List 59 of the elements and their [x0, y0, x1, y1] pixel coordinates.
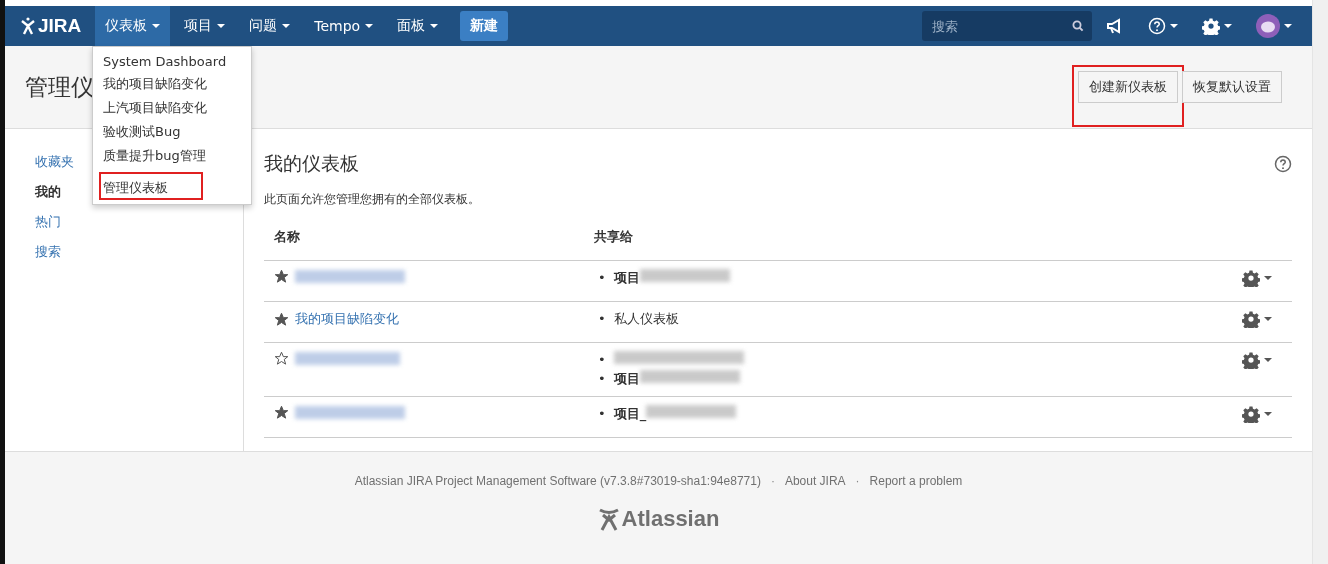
bullet-text: • — [598, 270, 606, 285]
footer-link[interactable]: About JIRA — [784, 474, 846, 488]
bullet-text: • — [598, 371, 606, 386]
dashboard-link[interactable]: 我的项目缺陷变化 — [295, 310, 399, 328]
column-header: 共享给 — [594, 228, 634, 246]
bullet-text: • — [598, 311, 606, 326]
filled-star-icon[interactable] — [274, 269, 289, 284]
header-button[interactable]: 创建新仪表板 — [1078, 71, 1178, 103]
version-text: Atlassian JIRA Project Management Software (v7.3.8#73019-sha1:94e8771) — [354, 474, 761, 488]
logo-text: JIRA — [38, 15, 82, 37]
menu-item[interactable]: 我的项目缺陷变化 — [93, 72, 251, 96]
share-text: 私人仪表板 — [613, 311, 679, 326]
share-text: 项目 — [613, 371, 640, 386]
gear-icon — [1242, 269, 1260, 287]
header-button[interactable]: 恢复默认设置 — [1182, 71, 1282, 103]
settings-icon — [1202, 17, 1220, 35]
menu-item[interactable]: 上汽项目缺陷变化 — [93, 96, 251, 120]
menu-item[interactable]: 管理仪表板 — [99, 172, 203, 200]
create-button[interactable]: 新建 — [460, 11, 509, 41]
section-title: 我的仪表板 — [264, 151, 359, 176]
scrollbar[interactable] — [1312, 0, 1328, 564]
sidebar-item[interactable]: 搜索 — [35, 243, 61, 261]
search-box[interactable]: 搜索 — [922, 11, 1092, 41]
menu-item[interactable]: 质量提升bug管理 — [93, 144, 251, 168]
share-text: 项目_ — [613, 406, 647, 421]
search-field[interactable]: 搜索 — [930, 17, 1072, 35]
search-icon — [1072, 20, 1084, 32]
filled-star-icon[interactable] — [274, 311, 289, 327]
logo-icon — [597, 507, 620, 531]
share-text: 项目 — [613, 270, 640, 285]
nav-menu[interactable]: Tempo — [304, 6, 384, 46]
avatar-icon — [1256, 14, 1280, 38]
sidebar-item[interactable]: 热门 — [35, 213, 61, 231]
gear-icon — [1242, 405, 1260, 423]
menu-item[interactable]: 验收测试Bug — [93, 120, 251, 144]
page-title: 管理仪 — [25, 72, 94, 102]
help-icon — [1148, 17, 1166, 35]
gear-icon — [1242, 351, 1260, 369]
nav-menu[interactable]: 问题 — [239, 6, 301, 46]
logo-icon — [21, 17, 35, 35]
nav-menu[interactable]: 面板 — [387, 6, 449, 46]
nav-menu[interactable]: 仪表板 — [95, 6, 171, 46]
column-header: 名称 — [274, 228, 301, 246]
separator-text: · — [770, 474, 775, 488]
bullet-text: • — [598, 352, 606, 367]
help-icon — [1274, 155, 1292, 173]
footer-link[interactable]: Report a problem — [869, 474, 963, 488]
separator-text: · — [855, 474, 860, 488]
jira-logo[interactable]: JIRA — [21, 15, 82, 37]
sidebar-item[interactable]: 收藏夹 — [35, 153, 74, 171]
nav-menu[interactable]: 项目 — [174, 6, 236, 46]
filled-star-icon[interactable] — [274, 405, 289, 420]
outline-star-icon[interactable] — [274, 351, 289, 366]
gear-icon — [1242, 310, 1260, 328]
bullet-text: • — [598, 406, 606, 421]
sidebar-item[interactable]: 我的 — [35, 183, 61, 201]
menu-item[interactable]: System Dashboard — [93, 51, 251, 72]
description-text: 此页面允许您管理您拥有的全部仪表板。 — [264, 191, 481, 208]
logo-text: Atlassian — [621, 506, 720, 532]
